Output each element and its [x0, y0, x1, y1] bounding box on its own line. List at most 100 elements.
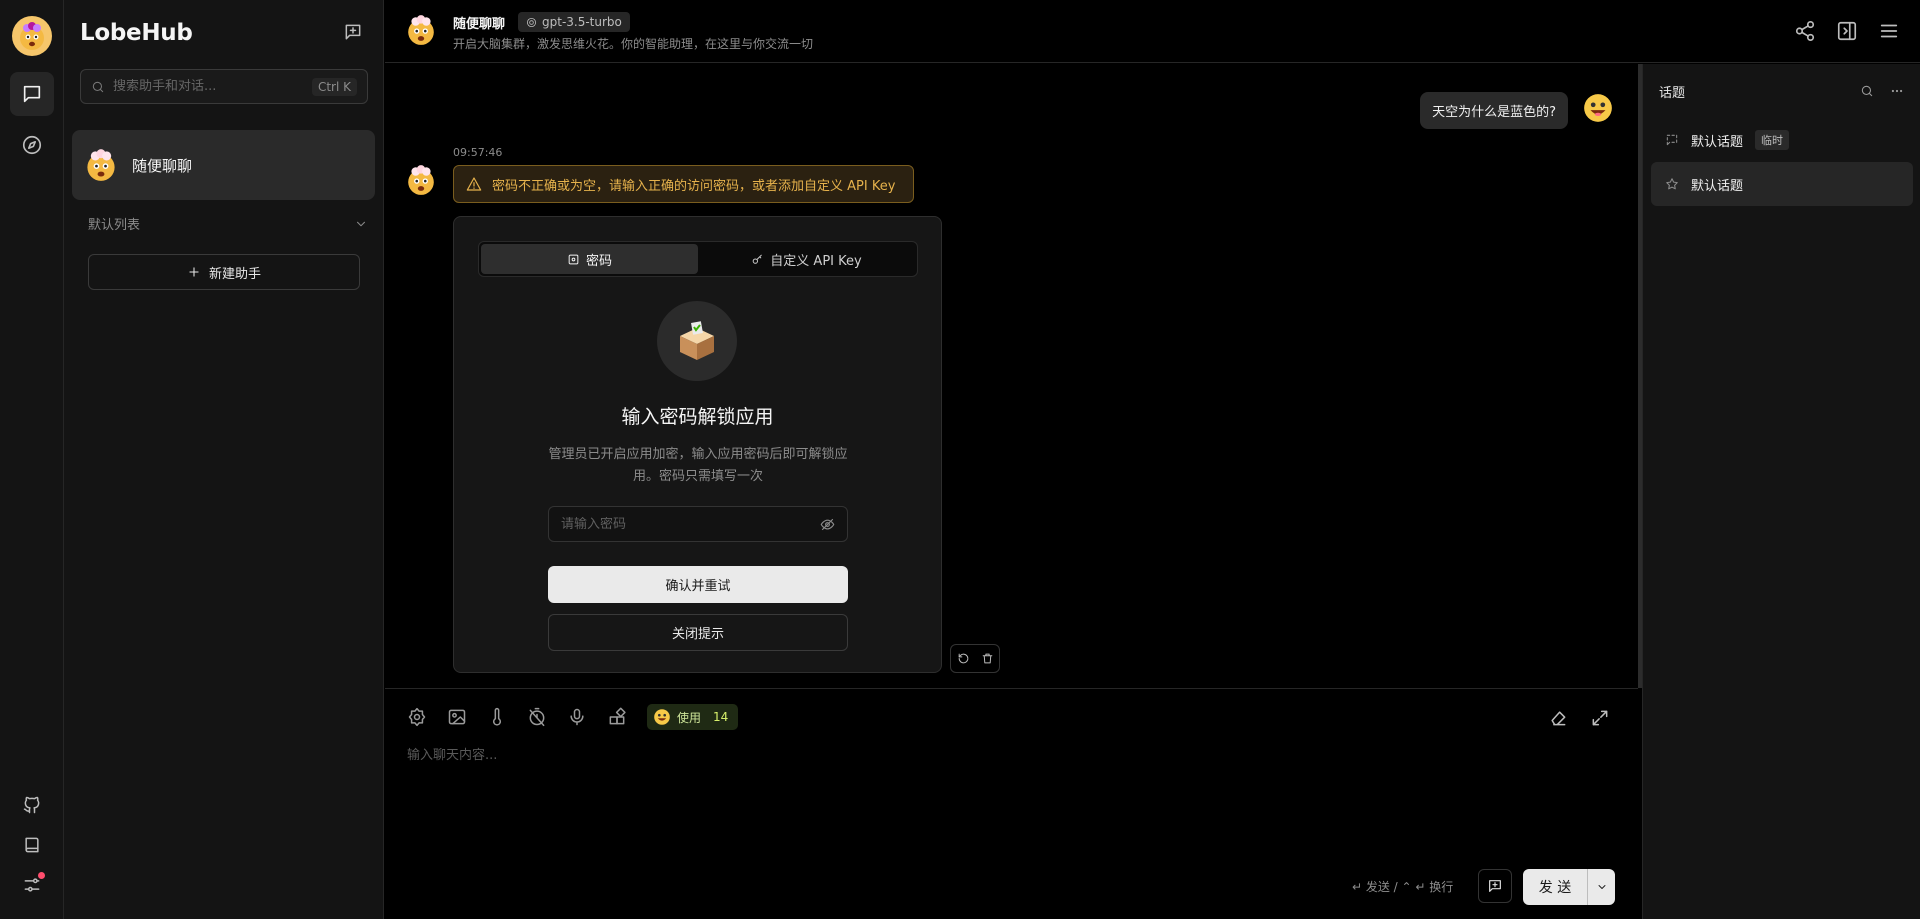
search-icon[interactable]: [1860, 84, 1874, 98]
unlock-title: 输入密码解锁应用: [621, 406, 774, 428]
nav-rail: [0, 0, 64, 919]
tab-password[interactable]: 密码: [481, 244, 698, 274]
user-message-bubble: 天空为什么是蓝色的?: [1420, 92, 1568, 129]
unlock-illustration: [657, 301, 737, 381]
agent-description: 开启大脑集群，激发思维火花。你的智能助理，在这里与你交流一切: [453, 37, 814, 51]
tab-password-label: 密码: [585, 253, 612, 269]
user-emoji-avatar-icon: [1584, 94, 1612, 122]
new-agent-label: 新建助手: [208, 266, 261, 282]
rail-discover-button[interactable]: [10, 123, 54, 167]
search-input[interactable]: [113, 79, 312, 94]
eraser-icon[interactable]: [1548, 708, 1568, 728]
unlock-description: 管理员已开启应用加密，输入应用密码后即可解锁应用。密码只需填写一次: [548, 447, 848, 484]
session-sidebar: LobeHub Ctrl K 随便聊聊 默认列表 新建助手: [64, 0, 384, 919]
tab-api-key-label: 自定义 API Key: [770, 253, 862, 269]
ballot-box-icon: [680, 321, 714, 360]
lock-square-icon: [568, 254, 579, 264]
search-icon: [92, 81, 104, 92]
search-shortcut: Ctrl K: [311, 77, 357, 96]
regenerate-button[interactable]: [951, 645, 975, 672]
input-toolbar-right: [1548, 708, 1610, 728]
confirm-retry-button[interactable]: 确认并重试: [548, 566, 848, 603]
timer-off-icon[interactable]: [527, 707, 547, 727]
user-avatar[interactable]: [12, 16, 52, 56]
app-logo: LobeHub: [80, 20, 193, 46]
topic-name: 默认话题: [1691, 178, 1744, 194]
chat-header: 随便聊聊 gpt-3.5-turbo 开启大脑集群，激发思维火花。你的智能助理，…: [385, 0, 1920, 63]
warning-icon: [466, 177, 482, 191]
assistant-avatar-icon: [408, 165, 434, 195]
session-item[interactable]: 随便聊聊: [72, 130, 375, 200]
more-icon[interactable]: [1890, 84, 1904, 98]
message-plus-icon: [345, 24, 361, 40]
microphone-icon[interactable]: [567, 707, 587, 727]
rail-github-button[interactable]: [10, 783, 54, 827]
send-button[interactable]: 发 送: [1523, 869, 1587, 905]
rail-docs-button[interactable]: [10, 823, 54, 867]
token-usage-tag[interactable]: 使用 14: [647, 704, 739, 730]
topics-tools: [1860, 84, 1904, 98]
tab-api-key[interactable]: 自定义 API Key: [698, 244, 915, 274]
share-icon[interactable]: [1794, 20, 1816, 42]
topics-panel: 话题 默认话题 临时 默认话题: [1642, 64, 1920, 919]
compass-icon: [22, 135, 42, 155]
topic-item-temp[interactable]: 默认话题 临时: [1651, 118, 1913, 162]
model-settings-icon[interactable]: [407, 707, 427, 727]
group-label: 默认列表: [88, 218, 141, 233]
send-shortcut-hint: ↵ 发送 / ⌃ ↵ 换行: [1352, 880, 1454, 894]
new-agent-button[interactable]: 新建助手: [88, 254, 360, 290]
unlock-card: 密码 自定义 API Key 输入密码解锁应用 管理员已开启应用加密，输入应用密…: [453, 216, 942, 673]
token-emoji-icon: [654, 709, 670, 725]
close-prompt-button[interactable]: 关闭提示: [548, 614, 848, 651]
session-name: 随便聊聊: [132, 156, 193, 175]
token-label: 使用: [677, 710, 702, 725]
message-timestamp: 09:57:46: [453, 146, 503, 159]
book-icon: [25, 837, 39, 853]
input-toolbar: 使用 14: [407, 704, 739, 730]
plugin-blocks-icon[interactable]: [607, 707, 627, 727]
send-button-group: 发 送: [1523, 869, 1615, 905]
message-plus-icon: [1489, 880, 1501, 892]
mind-blown-emoji-icon: [87, 149, 115, 181]
agent-title: 随便聊聊: [453, 17, 506, 32]
session-group-header[interactable]: 默认列表: [88, 214, 368, 233]
auth-tabs: 密码 自定义 API Key: [478, 241, 918, 277]
refresh-icon: [958, 653, 968, 664]
chat-bubble-icon: [23, 85, 41, 103]
delete-message-button[interactable]: [975, 645, 999, 672]
eye-off-icon[interactable]: [820, 517, 835, 532]
chat-textarea[interactable]: [407, 744, 1607, 844]
chevron-down-icon: [1598, 885, 1605, 889]
image-icon[interactable]: [447, 707, 467, 727]
chat-input-area: 使用 14 ↵ 发送 / ⌃ ↵ 换行 发 送: [385, 688, 1638, 919]
chat-list: 天空为什么是蓝色的? 09:57:46 密码不正确或为空，请输入正确的访问密码，…: [385, 64, 1638, 688]
rail-chat-button[interactable]: [10, 72, 54, 116]
star-icon[interactable]: [1665, 177, 1679, 191]
search-box[interactable]: Ctrl K: [80, 69, 368, 104]
topic-name: 默认话题: [1691, 134, 1744, 150]
alert-text: 密码不正确或为空，请输入正确的访问密码，或者添加自定义 API Key: [492, 178, 896, 194]
password-input[interactable]: [561, 516, 820, 532]
thermometer-icon[interactable]: [487, 707, 507, 727]
password-field[interactable]: [548, 506, 848, 542]
model-tag[interactable]: gpt-3.5-turbo: [518, 12, 630, 32]
panel-toggle-icon[interactable]: [1836, 20, 1858, 42]
send-options-button[interactable]: [1587, 869, 1615, 905]
rail-settings-button[interactable]: [10, 863, 54, 907]
save-topic-button[interactable]: [1478, 869, 1512, 903]
plus-icon: [189, 267, 199, 277]
user-message: 天空为什么是蓝色的?: [1420, 92, 1614, 129]
menu-icon[interactable]: [1878, 20, 1900, 42]
topic-item-default[interactable]: 默认话题: [1651, 162, 1913, 206]
token-count: 14: [713, 710, 729, 724]
mind-blown-emoji-icon: [20, 22, 44, 50]
header-actions: [1794, 20, 1900, 42]
trash-icon: [982, 653, 992, 664]
chevron-down-icon: [356, 221, 366, 226]
new-topic-button[interactable]: [343, 22, 363, 42]
agent-avatar-icon[interactable]: [405, 14, 437, 46]
message-dashed-icon: [1666, 134, 1678, 146]
key-icon: [752, 254, 763, 264]
main-panel: 随便聊聊 gpt-3.5-turbo 开启大脑集群，激发思维火花。你的智能助理，…: [385, 0, 1920, 919]
expand-icon[interactable]: [1590, 708, 1610, 728]
